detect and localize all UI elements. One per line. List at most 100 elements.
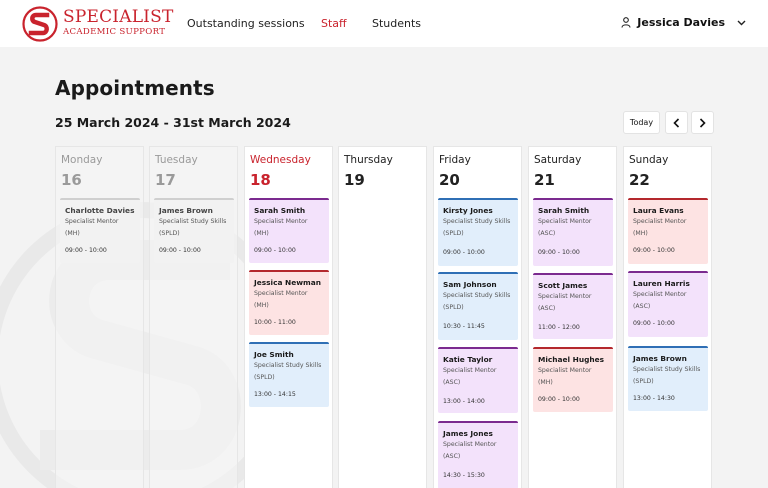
appointment-name: James Brown	[633, 354, 687, 363]
appointment-name: Sarah Smith	[254, 206, 306, 215]
appointment-time: 09:00 - 10:00	[538, 249, 580, 256]
day-column-sunday: Sunday 22 Laura Evans Specialist Mentor …	[623, 146, 712, 488]
appointment-name: James Brown	[159, 206, 213, 215]
appointment-role: Specialist Study Skills (SPLD)	[443, 292, 511, 311]
nav-outstanding-sessions[interactable]: Outstanding sessions	[187, 17, 305, 30]
appointment-name: Jessica Newman	[254, 278, 322, 287]
appointment-time: 14:30 - 15:30	[443, 472, 485, 479]
appointment-card[interactable]: James Brown Specialist Study Skills (SPL…	[628, 346, 708, 411]
brand-wordmark: SPECIALIST ACADEMIC SUPPORT	[63, 9, 173, 37]
day-number: 18	[250, 171, 271, 189]
appointment-time: 13:00 - 14:15	[254, 391, 296, 398]
date-range: 25 March 2024 - 31st March 2024	[55, 115, 291, 130]
today-button[interactable]: Today	[623, 111, 660, 134]
chevron-down-icon	[737, 20, 746, 25]
appointment-role: Specialist Mentor (ASC)	[443, 367, 497, 386]
appointment-role: Specialist Mentor (MH)	[633, 218, 687, 237]
appointment-card[interactable]: Joe Smith Specialist Study Skills (SPLD)…	[249, 342, 329, 407]
user-icon	[621, 17, 631, 28]
appointment-card[interactable]: Charlotte Davies Specialist Mentor (MH) …	[60, 198, 140, 263]
appointment-time: 09:00 - 10:00	[443, 249, 485, 256]
appointment-name: Lauren Harris	[633, 279, 690, 288]
brand-logo-icon[interactable]	[22, 6, 58, 42]
appointment-role: Specialist Mentor (MH)	[65, 218, 119, 237]
appointment-role: Specialist Mentor (MH)	[538, 367, 592, 386]
appointment-name: Katie Taylor	[443, 355, 493, 364]
day-name: Sunday	[629, 154, 669, 166]
appointment-card[interactable]: Laura Evans Specialist Mentor (MH) 09:00…	[628, 198, 708, 264]
previous-week-button[interactable]	[665, 111, 688, 134]
day-name: Wednesday	[250, 154, 311, 166]
day-name: Monday	[61, 154, 103, 166]
day-name: Thursday	[344, 154, 393, 166]
next-week-button[interactable]	[691, 111, 714, 134]
day-number: 17	[155, 171, 176, 189]
chevron-right-icon	[699, 117, 706, 128]
appointment-role: Specialist Study Skills (SPLD)	[633, 366, 701, 385]
day-number: 21	[534, 171, 555, 189]
brand-line2: ACADEMIC SUPPORT	[63, 27, 166, 37]
appointment-time: 10:00 - 11:00	[254, 319, 296, 326]
appointment-name: Kirsty Jones	[443, 206, 493, 215]
day-column-wednesday: Wednesday 18 Sarah Smith Specialist Ment…	[244, 146, 333, 488]
appointment-card[interactable]: James Jones Specialist Mentor (ASC) 14:3…	[438, 421, 518, 488]
appointment-time: 09:00 - 10:00	[159, 247, 201, 254]
nav-staff[interactable]: Staff	[321, 17, 347, 30]
day-column-saturday: Saturday 21 Sarah Smith Specialist Mento…	[528, 146, 617, 488]
top-header: SPECIALIST ACADEMIC SUPPORT Outstanding …	[0, 0, 768, 47]
day-number: 20	[439, 171, 460, 189]
appointment-card[interactable]: Scott James Specialist Mentor (ASC) 11:0…	[533, 273, 613, 339]
appointment-name: Michael Hughes	[538, 355, 605, 364]
appointment-card[interactable]: Lauren Harris Specialist Mentor (ASC) 09…	[628, 271, 708, 337]
appointment-time: 13:00 - 14:00	[443, 398, 485, 405]
chevron-left-icon	[673, 117, 680, 128]
day-column-friday: Friday 20 Kirsty Jones Specialist Study …	[433, 146, 522, 488]
page-title: Appointments	[55, 76, 215, 100]
appointment-name: Charlotte Davies	[65, 206, 135, 215]
appointment-name: Laura Evans	[633, 206, 684, 215]
day-number: 19	[344, 171, 365, 189]
appointment-name: Scott James	[538, 281, 588, 290]
appointment-card[interactable]: Michael Hughes Specialist Mentor (MH) 09…	[533, 347, 613, 412]
day-name: Friday	[439, 154, 471, 166]
appointment-card[interactable]: Sarah Smith Specialist Mentor (ASC) 09:0…	[533, 198, 613, 266]
appointment-card[interactable]: Katie Taylor Specialist Mentor (ASC) 13:…	[438, 347, 518, 413]
day-number: 16	[61, 171, 82, 189]
appointment-role: Specialist Study Skills (SPLD)	[443, 218, 511, 237]
appointment-name: Sarah Smith	[538, 206, 590, 215]
day-column-thursday: Thursday 19	[338, 146, 427, 488]
day-number: 22	[629, 171, 650, 189]
appointment-role: Specialist Mentor (ASC)	[538, 218, 592, 237]
day-column-tuesday: Tuesday 17 James Brown Specialist Study …	[149, 146, 238, 488]
day-column-monday: Monday 16 Charlotte Davies Specialist Me…	[55, 146, 144, 488]
appointment-card[interactable]: Sarah Smith Specialist Mentor (MH) 09:00…	[249, 198, 329, 263]
day-name: Tuesday	[155, 154, 198, 166]
appointment-role: Specialist Mentor (ASC)	[633, 291, 687, 310]
appointment-time: 10:30 - 11:45	[443, 323, 485, 330]
nav-students[interactable]: Students	[372, 17, 421, 30]
appointment-card[interactable]: Sam Johnson Specialist Study Skills (SPL…	[438, 272, 518, 340]
appointment-card[interactable]: Jessica Newman Specialist Mentor (MH) 10…	[249, 270, 329, 335]
day-name: Saturday	[534, 154, 582, 166]
appointment-name: Sam Johnson	[443, 280, 497, 289]
appointment-role: Specialist Study Skills (SPLD)	[254, 362, 322, 381]
appointment-role: Specialist Study Skills (SPLD)	[159, 218, 227, 237]
appointment-card[interactable]: Kirsty Jones Specialist Study Skills (SP…	[438, 198, 518, 266]
appointment-time: 09:00 - 10:00	[633, 320, 675, 327]
appointment-time: 09:00 - 10:00	[538, 396, 580, 403]
appointment-role: Specialist Mentor (MH)	[254, 218, 308, 237]
appointment-role: Specialist Mentor (ASC)	[538, 293, 592, 312]
appointment-time: 13:00 - 14:30	[633, 395, 675, 402]
appointment-name: Joe Smith	[254, 350, 294, 359]
appointment-role: Specialist Mentor (ASC)	[443, 441, 497, 460]
appointment-role: Specialist Mentor (MH)	[254, 290, 308, 309]
appointment-card[interactable]: James Brown Specialist Study Skills (SPL…	[154, 198, 234, 263]
appointment-time: 11:00 - 12:00	[538, 324, 580, 331]
brand-line1: SPECIALIST	[63, 7, 174, 27]
user-menu[interactable]: Jessica Davies	[621, 16, 746, 29]
appointment-time: 09:00 - 10:00	[65, 247, 107, 254]
appointment-time: 09:00 - 10:00	[254, 247, 296, 254]
appointment-name: James Jones	[443, 429, 493, 438]
appointment-time: 09:00 - 10:00	[633, 247, 675, 254]
user-name: Jessica Davies	[637, 16, 725, 29]
